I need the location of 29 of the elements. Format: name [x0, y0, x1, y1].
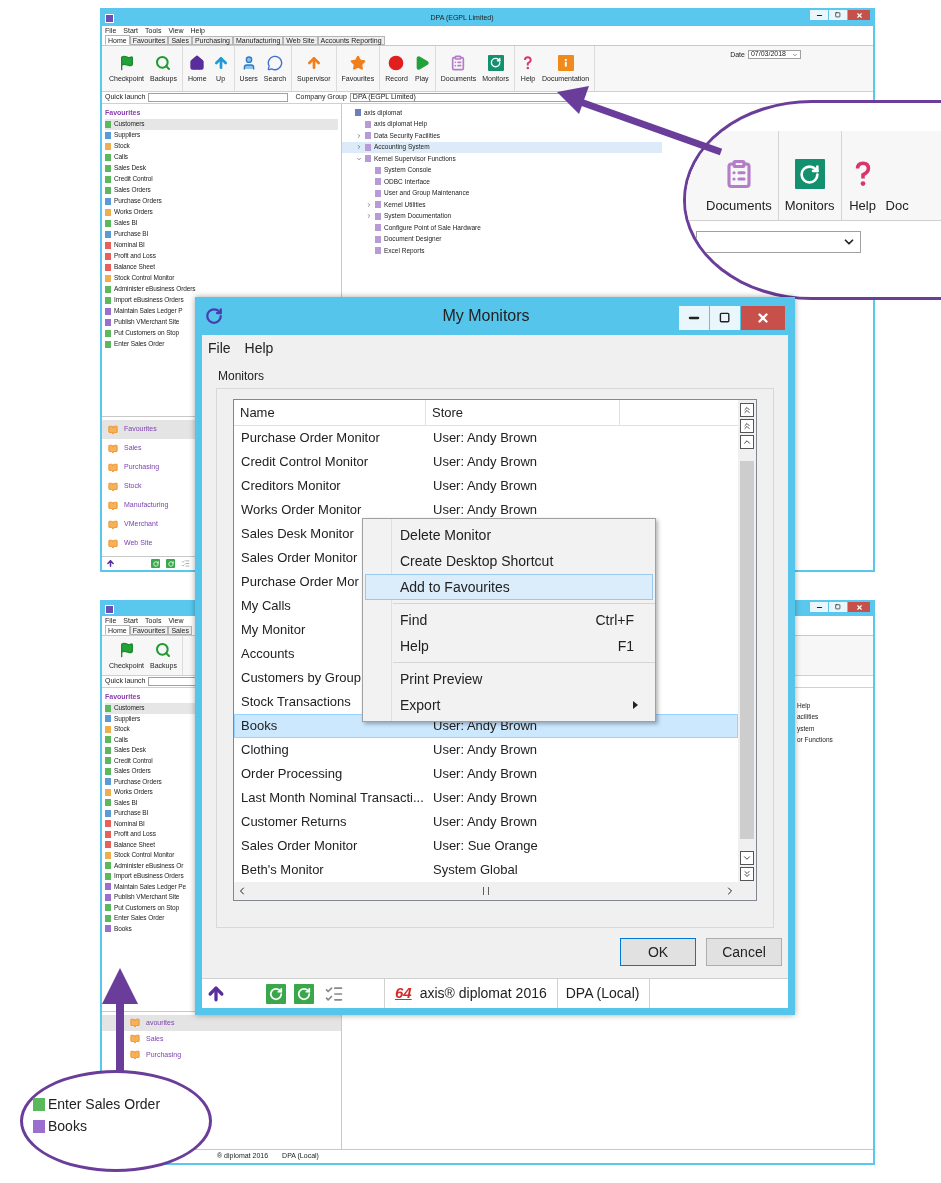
status-text: axis® diplomat 2016 — [419, 984, 547, 1003]
window-title: My Monitors — [441, 306, 531, 326]
product-logo: 64 — [395, 983, 412, 1004]
table-cell: Last Month Nominal Transacti... — [241, 790, 424, 806]
table-cell: Clothing — [241, 742, 289, 758]
table-cell: User: Andy Brown — [433, 430, 538, 446]
table-cell: User: Sue Orange — [433, 838, 538, 854]
group-label: Monitors — [218, 369, 264, 383]
table-cell: Purchase Order Monitor — [241, 430, 380, 446]
status-text: DPA (Local) — [565, 984, 640, 1003]
table-cell: Sales Order Monitor — [241, 838, 358, 854]
shortcut-text: F1 — [617, 636, 634, 656]
table-cell: Books — [241, 718, 278, 734]
table-cell: User: Andy Brown — [433, 790, 538, 806]
table-cell: User: Andy Brown — [433, 478, 538, 494]
table-cell: Order Processing — [241, 766, 343, 782]
table-cell: User: Andy Brown — [433, 742, 538, 758]
table-cell: System Global — [433, 862, 518, 878]
table-cell: User: Andy Brown — [433, 766, 538, 782]
table-cell: Credit Control Monitor — [241, 454, 369, 470]
table-cell: Customer Returns — [241, 814, 347, 830]
table-cell: Beth's Monitor — [241, 862, 324, 878]
table-cell: User: Andy Brown — [433, 814, 538, 830]
table-cell: Creditors Monitor — [241, 478, 341, 494]
table-cell: User: Andy Brown — [433, 454, 538, 470]
table-cell: My Calls — [241, 598, 291, 614]
table-cell: User: Andy Brown — [433, 502, 538, 518]
shortcut-text: Ctrl+F — [595, 610, 634, 630]
table-cell: Works Order Monitor — [241, 502, 362, 518]
